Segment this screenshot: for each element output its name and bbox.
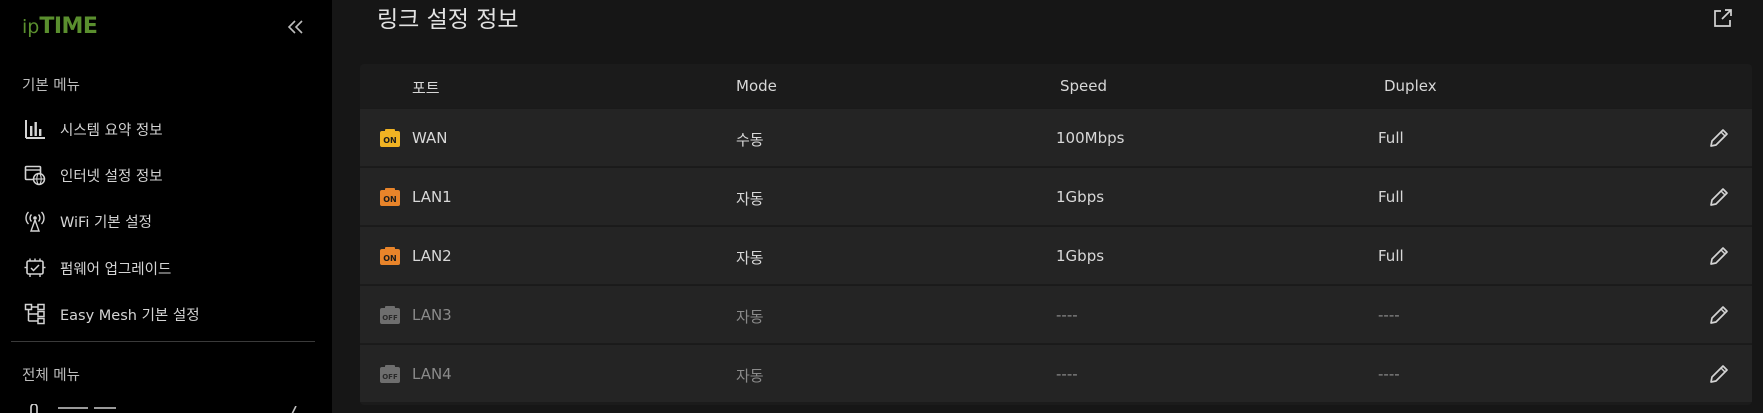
sidebar-item-label: 시스템 요약 정보: [60, 122, 163, 139]
mesh-tree-icon: [22, 301, 48, 327]
speed-value: ----: [1056, 306, 1078, 324]
firmware-upgrade-icon: [22, 255, 48, 281]
duplex-value: Full: [1378, 129, 1404, 147]
sidebar: ip TIME 기본 메뉴 시스템 요약 정보 인터넷 설정 정보 WiFi 기…: [0, 0, 332, 413]
duplex-value: ----: [1378, 306, 1400, 324]
column-header-port: 포트: [412, 79, 440, 97]
column-header-duplex: Duplex: [1384, 77, 1437, 95]
edit-button[interactable]: [1706, 184, 1732, 210]
port-on-icon: ON: [380, 188, 400, 206]
sidebar-item-wifi-settings[interactable]: WiFi 기본 설정: [22, 203, 312, 239]
table-row[interactable]: ON LAN1 자동 1Gbps Full: [360, 167, 1752, 225]
export-button[interactable]: [1710, 5, 1736, 31]
logo-prefix: ip: [22, 16, 40, 38]
svg-text:ON: ON: [383, 195, 397, 204]
speed-value: 1Gbps: [1056, 247, 1105, 265]
svg-text:ON: ON: [383, 254, 397, 263]
sidebar-item-system-summary[interactable]: 시스템 요약 정보: [22, 111, 312, 147]
pencil-icon: [1710, 247, 1728, 265]
export-icon: [1714, 9, 1732, 27]
sidebar-item-label: Easy Mesh 기본 설정: [60, 307, 200, 324]
column-header-speed: Speed: [1060, 77, 1108, 95]
table-row[interactable]: ON WAN 수동 100Mbps Full: [360, 108, 1752, 166]
port-name: LAN1: [412, 188, 452, 206]
sidebar-item-label: WiFi 기본 설정: [60, 214, 152, 231]
svg-text:OFF: OFF: [382, 373, 398, 381]
port-name: LAN2: [412, 247, 452, 265]
speed-value: ----: [1056, 365, 1078, 383]
page-title: 링크 설정 정보: [377, 7, 519, 33]
bar-chart-icon: [22, 116, 48, 142]
collapse-sidebar-button[interactable]: [284, 16, 308, 38]
sidebar-item-partial[interactable]: [22, 404, 312, 413]
pencil-icon: [1710, 188, 1728, 206]
edit-button[interactable]: [1706, 302, 1732, 328]
partial-label-fragment: [58, 407, 88, 409]
table-header: 포트 Mode Speed Duplex: [360, 64, 1752, 108]
partial-label-fragment: [94, 407, 116, 409]
column-header-mode: Mode: [736, 77, 777, 95]
sidebar-item-label: 펌웨어 업그레이드: [60, 261, 172, 278]
duplex-value: ----: [1378, 365, 1400, 383]
table-row[interactable]: OFF LAN4 자동 ---- ----: [360, 344, 1752, 402]
pencil-icon: [1710, 129, 1728, 147]
edit-button[interactable]: [1706, 125, 1732, 151]
sidebar-divider: [11, 341, 315, 342]
svg-text:OFF: OFF: [382, 314, 398, 322]
table-row[interactable]: OFF LAN3 자동 ---- ----: [360, 285, 1752, 343]
pencil-icon: [1710, 365, 1728, 383]
main-content: 링크 설정 정보 포트 Mode Speed Duplex ON WAN 수동 …: [332, 0, 1763, 413]
mode-value: 자동: [736, 367, 764, 385]
sidebar-item-easy-mesh[interactable]: Easy Mesh 기본 설정: [22, 296, 312, 332]
iptime-logo[interactable]: ip TIME: [22, 14, 98, 40]
svg-text:ON: ON: [383, 136, 397, 145]
mode-value: 자동: [736, 249, 764, 267]
menu-item-icon: [30, 404, 38, 413]
port-name: LAN3: [412, 306, 452, 324]
port-on-icon: ON: [380, 129, 400, 147]
section-title-basic-menu: 기본 메뉴: [22, 78, 80, 94]
double-chevron-left-icon: [287, 20, 303, 34]
speed-value: 100Mbps: [1056, 129, 1125, 147]
mode-value: 수동: [736, 131, 764, 149]
app-window: ip TIME 기본 메뉴 시스템 요약 정보 인터넷 설정 정보 WiFi 기…: [0, 0, 1763, 413]
sidebar-item-internet-settings[interactable]: 인터넷 설정 정보: [22, 157, 312, 193]
port-name: LAN4: [412, 365, 452, 383]
port-off-icon: OFF: [380, 365, 400, 383]
wifi-antenna-icon: [22, 208, 48, 234]
speed-value: 1Gbps: [1056, 188, 1105, 206]
logo-name: TIME: [39, 14, 98, 39]
chevron-icon: [291, 406, 297, 413]
duplex-value: Full: [1378, 247, 1404, 265]
pencil-icon: [1710, 306, 1728, 324]
mode-value: 자동: [736, 308, 764, 326]
port-off-icon: OFF: [380, 306, 400, 324]
link-settings-table: 포트 Mode Speed Duplex ON WAN 수동 100Mbps F…: [360, 64, 1752, 405]
table-row[interactable]: ON LAN2 자동 1Gbps Full: [360, 226, 1752, 284]
port-on-icon: ON: [380, 247, 400, 265]
sidebar-item-label: 인터넷 설정 정보: [60, 168, 163, 185]
duplex-value: Full: [1378, 188, 1404, 206]
section-title-all-menu: 전체 메뉴: [22, 368, 80, 384]
edit-button[interactable]: [1706, 243, 1732, 269]
globe-window-icon: [22, 162, 48, 188]
mode-value: 자동: [736, 190, 764, 208]
port-name: WAN: [412, 129, 448, 147]
sidebar-item-firmware-upgrade[interactable]: 펌웨어 업그레이드: [22, 250, 312, 286]
edit-button[interactable]: [1706, 361, 1732, 387]
